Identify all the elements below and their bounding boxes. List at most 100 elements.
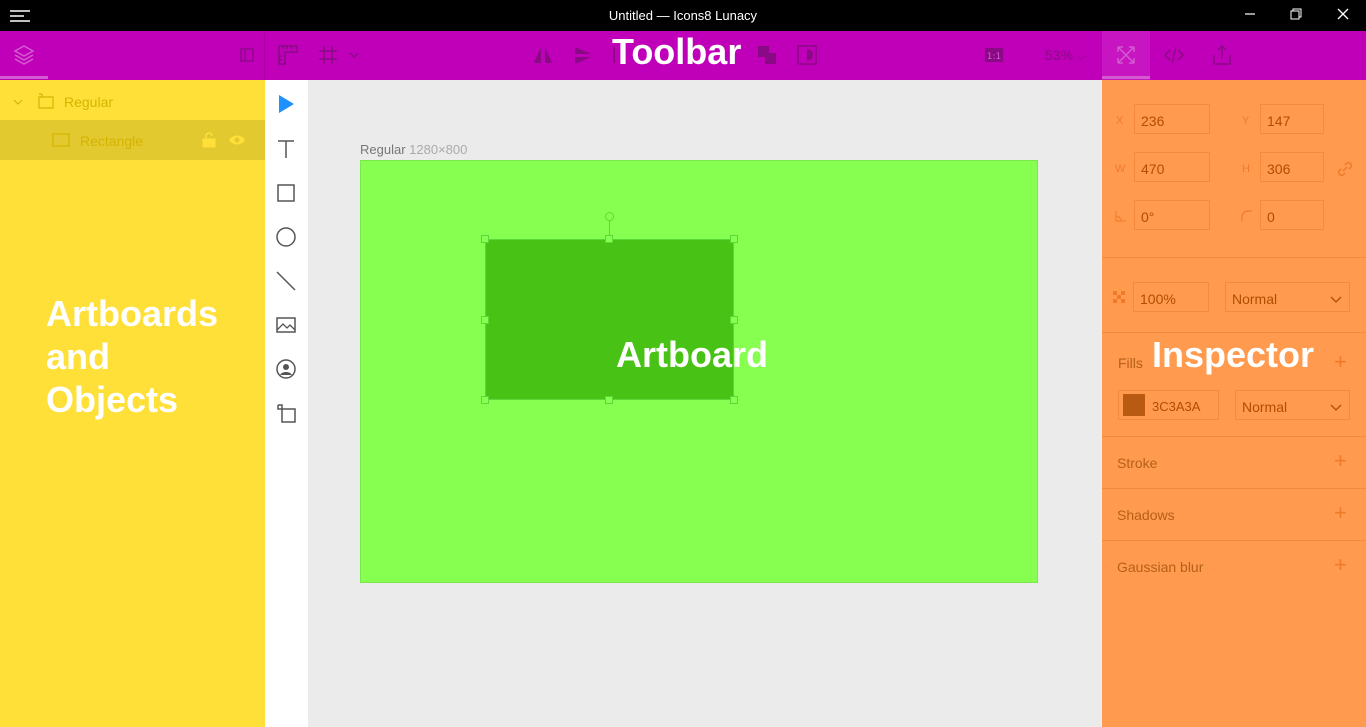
boolean-icon[interactable] <box>755 43 779 67</box>
layers-annotation: Artboards and Objects <box>46 292 256 421</box>
fill-blend-value: Normal <box>1242 399 1288 415</box>
divider <box>1102 436 1366 437</box>
tools-panel <box>265 80 308 727</box>
unlock-icon[interactable] <box>202 132 216 153</box>
fill-color-field[interactable]: 3C3A3A <box>1118 390 1219 420</box>
add-shadow-icon[interactable]: + <box>1334 502 1347 524</box>
layers-panel: Regular Rectangle Artboards and Objects <box>0 80 265 727</box>
rotation-handle-stem <box>609 221 610 235</box>
artboard-name: Regular <box>360 142 406 157</box>
close-button[interactable] <box>1328 4 1358 26</box>
toolbar-annotation: Toolbar <box>612 31 742 72</box>
avatar-tool-icon[interactable] <box>274 357 298 381</box>
grid-icon[interactable] <box>316 43 340 67</box>
stroke-label: Stroke <box>1117 455 1158 471</box>
annotation-line: Artboards <box>46 293 219 334</box>
x-label: X <box>1116 115 1124 127</box>
x-input[interactable]: 236 <box>1134 104 1210 134</box>
rectangle-icon <box>52 133 70 152</box>
opacity-icon <box>1113 290 1125 308</box>
fill-hex-value: 3C3A3A <box>1152 399 1201 414</box>
layer-label: Regular <box>64 94 114 110</box>
add-fill-icon[interactable]: + <box>1334 351 1347 373</box>
artboard-icon <box>37 92 55 115</box>
add-stroke-icon[interactable]: + <box>1334 450 1347 472</box>
resize-handle[interactable] <box>481 396 489 404</box>
layers-tab-indicator <box>0 76 48 79</box>
rotation-handle[interactable] <box>605 212 614 221</box>
oval-tool-icon[interactable] <box>274 225 298 249</box>
resize-handle[interactable] <box>730 396 738 404</box>
zoom-level[interactable]: 53% ⌵ <box>1045 47 1085 64</box>
artboard-size: 1280×800 <box>409 142 468 157</box>
export-icon[interactable] <box>1210 43 1234 67</box>
layer-label: Rectangle <box>80 133 144 149</box>
add-blur-icon[interactable]: + <box>1334 554 1347 576</box>
chevron-down-icon: ⌵ <box>1076 51 1086 63</box>
fill-blend-select[interactable]: Normal <box>1235 390 1350 420</box>
link-icon[interactable] <box>1336 160 1354 183</box>
flip-vertical-icon[interactable] <box>571 43 595 67</box>
resize-handle[interactable] <box>605 396 613 404</box>
y-input[interactable]: 147 <box>1260 104 1324 134</box>
rotation-icon <box>1115 209 1127 227</box>
artboard-annotation: Artboard <box>616 334 768 375</box>
annotation-line: Objects <box>46 379 179 420</box>
rectangle-tool-icon[interactable] <box>274 181 298 205</box>
chevron-down-icon[interactable] <box>12 95 24 113</box>
rotation-input[interactable]: 0° <box>1134 200 1210 230</box>
resize-handle[interactable] <box>730 235 738 243</box>
fills-label: Fills <box>1118 355 1143 371</box>
shadows-label: Shadows <box>1117 507 1175 523</box>
code-icon[interactable] <box>1162 43 1186 67</box>
chevron-down-icon <box>1330 292 1342 308</box>
blend-mode-select[interactable]: Normal <box>1225 282 1350 312</box>
w-label: W <box>1115 163 1126 175</box>
mask-icon[interactable] <box>795 43 819 67</box>
layer-item-rectangle[interactable]: Rectangle <box>0 120 265 160</box>
blend-mode-value: Normal <box>1232 291 1278 307</box>
text-tool-icon[interactable] <box>274 137 298 161</box>
divider <box>1102 540 1366 541</box>
resize-handle[interactable] <box>481 235 489 243</box>
svg-text:1:1: 1:1 <box>987 52 1001 62</box>
pixel-icon[interactable]: 1:1 <box>982 43 1006 67</box>
image-tool-icon[interactable] <box>274 313 298 337</box>
artboard-tool-icon[interactable] <box>274 401 298 425</box>
divider <box>1102 257 1366 258</box>
opacity-input[interactable]: 100% <box>1133 282 1209 312</box>
chevron-down-icon <box>1330 400 1342 416</box>
resize-handle[interactable] <box>730 316 738 324</box>
corner-radius-icon <box>1241 209 1253 227</box>
layers-icon[interactable] <box>12 43 36 67</box>
chevron-down-icon[interactable] <box>344 43 368 67</box>
select-tool-icon[interactable] <box>274 92 298 116</box>
layer-item-regular[interactable]: Regular <box>0 81 265 121</box>
resize-handle[interactable] <box>605 235 613 243</box>
fit-icon[interactable] <box>1114 43 1138 67</box>
title-bar: Untitled — Icons8 Lunacy <box>0 0 1366 31</box>
artboard-title[interactable]: Regular 1280×800 <box>360 142 467 157</box>
line-tool-icon[interactable] <box>274 269 298 293</box>
window-title: Untitled — Icons8 Lunacy <box>608 8 758 23</box>
annotation-line: and <box>46 336 111 377</box>
inspector-panel: X 236 Y 147 W 470 H 306 0° 0 100% Normal… <box>1102 80 1366 727</box>
y-label: Y <box>1242 115 1250 127</box>
w-input[interactable]: 470 <box>1134 152 1210 182</box>
flip-horizontal-icon[interactable] <box>531 43 555 67</box>
minimize-button[interactable] <box>1235 4 1265 26</box>
divider <box>1102 488 1366 489</box>
resize-handle[interactable] <box>481 316 489 324</box>
gaussian-blur-label: Gaussian blur <box>1117 559 1204 575</box>
toolbar-divider <box>264 31 265 80</box>
h-input[interactable]: 306 <box>1260 152 1324 182</box>
restore-button[interactable] <box>1281 4 1311 26</box>
ruler-icon[interactable] <box>276 43 300 67</box>
panel-toggle-icon[interactable] <box>235 43 259 67</box>
toolbar: Toolbar 1:1 53% ⌵ <box>0 31 1366 80</box>
inspector-annotation: Inspector <box>1152 334 1315 375</box>
divider <box>1102 332 1366 333</box>
eye-icon[interactable] <box>228 133 246 151</box>
fill-color-swatch[interactable] <box>1123 394 1145 416</box>
radius-input[interactable]: 0 <box>1260 200 1324 230</box>
